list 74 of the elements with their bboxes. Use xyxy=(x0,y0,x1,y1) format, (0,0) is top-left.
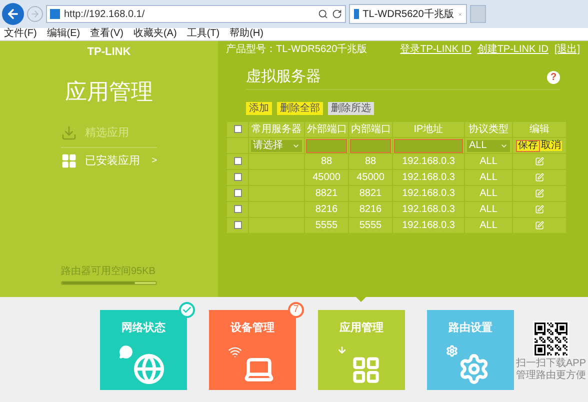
checkbox[interactable] xyxy=(234,205,242,214)
toolbar-button[interactable]: 添加 xyxy=(246,102,272,115)
tab-site-icon xyxy=(354,9,359,19)
table-cell: 192.168.0.3 xyxy=(392,186,464,202)
forward-arrow-icon xyxy=(30,9,40,19)
url-text: http://192.168.0.1/ xyxy=(64,8,146,22)
grid-icon xyxy=(61,153,77,169)
nav-tile[interactable]: 设备管理 xyxy=(209,310,296,390)
table-cell: 45000 xyxy=(348,170,392,186)
edit-icon[interactable] xyxy=(535,188,544,198)
table-cell: 88 xyxy=(348,154,392,170)
table-cell: ALL xyxy=(464,186,512,202)
edit-icon[interactable] xyxy=(535,156,544,166)
column-header: 编辑 xyxy=(512,122,566,138)
table-cell: 8821 xyxy=(304,186,348,202)
table-cell: ALL xyxy=(464,202,512,218)
menu-item[interactable]: 文件(F) xyxy=(4,29,37,39)
table-cell: ALL xyxy=(464,170,512,186)
table-cell: 88 xyxy=(304,154,348,170)
column-header: IP地址 xyxy=(392,122,464,138)
menu-item[interactable]: 查看(V) xyxy=(90,29,124,39)
menu-item[interactable]: 帮助(H) xyxy=(230,29,264,39)
column-header: 外部端口 xyxy=(304,122,348,138)
toolbar-button[interactable]: 删除所选 xyxy=(328,102,374,115)
checkbox[interactable] xyxy=(234,125,242,134)
column-header: 协议类型 xyxy=(464,122,512,138)
download-icon xyxy=(61,125,77,141)
input-field[interactable] xyxy=(351,140,390,152)
table-cell: 5555 xyxy=(304,218,348,234)
menu-item[interactable]: 收藏夹(A) xyxy=(133,29,177,39)
checkbox[interactable] xyxy=(234,189,242,198)
table-cell: 192.168.0.3 xyxy=(392,170,464,186)
table-cell: 192.168.0.3 xyxy=(392,202,464,218)
model-text: 产品型号：TL-WDR5620千兆版 xyxy=(226,42,368,57)
new-tab-button[interactable] xyxy=(470,5,486,23)
tab-title: TL-WDR5620千兆版 xyxy=(362,8,454,22)
count-badge: 7 xyxy=(288,302,304,318)
input-field[interactable] xyxy=(395,140,462,152)
forward-button[interactable] xyxy=(27,6,43,22)
menu-item[interactable]: 工具(T) xyxy=(186,29,220,39)
qr-code xyxy=(533,321,569,357)
edit-icon[interactable] xyxy=(535,220,544,230)
checkbox[interactable] xyxy=(234,221,242,230)
site-icon xyxy=(50,9,60,19)
table-cell: ALL xyxy=(464,218,512,234)
refresh-icon[interactable] xyxy=(332,9,342,19)
logo: TP-LINK xyxy=(87,45,131,60)
table-cell: 8216 xyxy=(304,202,348,218)
cancel-button[interactable]: 取消 xyxy=(540,140,562,150)
help-button[interactable]: ? xyxy=(547,71,560,84)
search-icon[interactable] xyxy=(318,9,328,19)
table-cell: 192.168.0.3 xyxy=(392,218,464,234)
column-header: 常用服务器 xyxy=(248,122,304,138)
toolbar-button[interactable]: 删除全部 xyxy=(277,102,323,115)
address-field[interactable]: http://192.168.0.1/ xyxy=(46,5,346,23)
input-field[interactable] xyxy=(307,140,346,152)
checkbox[interactable] xyxy=(234,173,242,182)
table-cell: ALL xyxy=(464,154,512,170)
sidebar-title: 应用管理 xyxy=(65,78,153,106)
table-cell: 8216 xyxy=(348,202,392,218)
column-header: 内部端口 xyxy=(348,122,392,138)
qr-caption: 管理路由更方便 xyxy=(516,371,586,381)
qr-caption: 扫一扫下载APP xyxy=(516,359,586,369)
table-cell: 192.168.0.3 xyxy=(392,154,464,170)
browser-tab[interactable]: TL-WDR5620千兆版 xyxy=(349,4,467,24)
menu-item[interactable]: 编辑(E) xyxy=(46,29,80,39)
table-cell: 5555 xyxy=(348,218,392,234)
back-button[interactable] xyxy=(2,3,24,25)
table-cell: 45000 xyxy=(304,170,348,186)
edit-icon[interactable] xyxy=(535,172,544,182)
edit-icon[interactable] xyxy=(535,204,544,214)
table-cell: 8821 xyxy=(348,186,392,202)
checkbox[interactable] xyxy=(234,157,242,166)
page-title: 虚拟服务器 xyxy=(246,67,321,88)
